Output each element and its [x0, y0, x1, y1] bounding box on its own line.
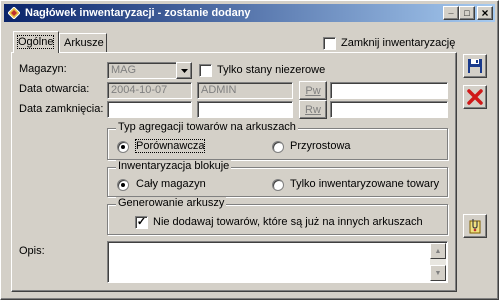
title-bar[interactable]: Nagłówek inwentaryzacji - zostanie dodan… — [4, 4, 495, 22]
close-date-field[interactable] — [107, 101, 192, 118]
only-nonzero-checkbox[interactable] — [199, 64, 212, 77]
attach-button[interactable] — [463, 214, 487, 238]
close-date-label: Data zamknięcia: — [19, 103, 104, 115]
magazyn-select[interactable]: MAG — [107, 62, 177, 79]
generation-group: Generowanie arkuszy ✓ Nie dodawaj towaró… — [107, 197, 448, 235]
pw-button[interactable]: Pw — [299, 81, 327, 100]
magazyn-label: Magazyn: — [19, 63, 67, 75]
chevron-down-icon[interactable] — [176, 62, 192, 79]
description-scrollbar[interactable]: ▲ ▼ — [430, 243, 446, 281]
maximize-button[interactable]: □ — [459, 6, 475, 20]
close-button[interactable]: × — [477, 6, 493, 20]
block-inventoried-only-label: Tylko inwentaryzowane towary — [290, 178, 440, 190]
generation-title: Generowanie arkuszy — [116, 197, 227, 209]
window-title: Nagłówek inwentaryzacji - zostanie dodan… — [25, 7, 251, 19]
aggregation-comparative-label: Porównawcza — [134, 139, 206, 153]
tab-arkusze[interactable]: Arkusze — [59, 33, 107, 53]
description-label: Opis: — [19, 245, 45, 257]
floppy-disk-icon — [468, 59, 482, 73]
open-date-label: Data otwarcia: — [19, 83, 90, 95]
diamond-app-icon — [7, 6, 21, 20]
no-duplicates-checkbox[interactable]: ✓ — [135, 216, 148, 229]
scroll-down-icon[interactable]: ▼ — [430, 265, 446, 281]
block-whole-warehouse-label: Cały magazyn — [136, 178, 206, 190]
red-x-icon — [467, 89, 483, 105]
aggregation-title: Typ agregacji towarów na arkuszach — [116, 121, 298, 133]
block-whole-warehouse-radio[interactable] — [117, 179, 129, 191]
tab-panel-ogolne: Magazyn: MAG Tylko stany niezerowe Data … — [11, 52, 457, 292]
dialog-window: Nagłówek inwentaryzacji - zostanie dodan… — [0, 0, 499, 300]
tab-ogolne[interactable]: Ogólne — [13, 31, 59, 53]
open-date-field[interactable]: 2004-10-07 — [107, 82, 192, 99]
block-inventoried-only-radio[interactable] — [272, 179, 284, 191]
save-button[interactable] — [463, 54, 487, 78]
delete-button[interactable] — [463, 85, 487, 109]
no-duplicates-label: Nie dodawaj towarów, które są już na inn… — [153, 216, 423, 228]
open-user-field[interactable]: ADMIN — [197, 82, 293, 99]
blocking-title: Inwentaryzacja blokuje — [116, 160, 232, 172]
aggregation-group: Typ agregacji towarów na arkuszach Porów… — [107, 121, 448, 160]
open-document-field[interactable] — [330, 82, 448, 99]
close-inventory-label: Zamknij inwentaryzację — [341, 37, 456, 49]
aggregation-incremental-radio[interactable] — [272, 141, 284, 153]
close-document-field[interactable] — [330, 101, 448, 118]
aggregation-comparative-radio[interactable] — [117, 141, 129, 153]
close-user-field[interactable] — [197, 101, 293, 118]
scroll-up-icon[interactable]: ▲ — [430, 243, 446, 259]
blocking-group: Inwentaryzacja blokuje Cały magazyn Tylk… — [107, 160, 448, 197]
minimize-button[interactable]: _ — [443, 5, 459, 20]
description-textarea[interactable]: ▲ ▼ — [107, 241, 448, 283]
rw-button[interactable]: Rw — [299, 100, 327, 119]
aggregation-incremental-label: Przyrostowa — [290, 140, 351, 152]
document-clip-icon — [469, 219, 481, 234]
close-inventory-checkbox[interactable] — [323, 37, 336, 50]
only-nonzero-label: Tylko stany niezerowe — [217, 64, 326, 76]
